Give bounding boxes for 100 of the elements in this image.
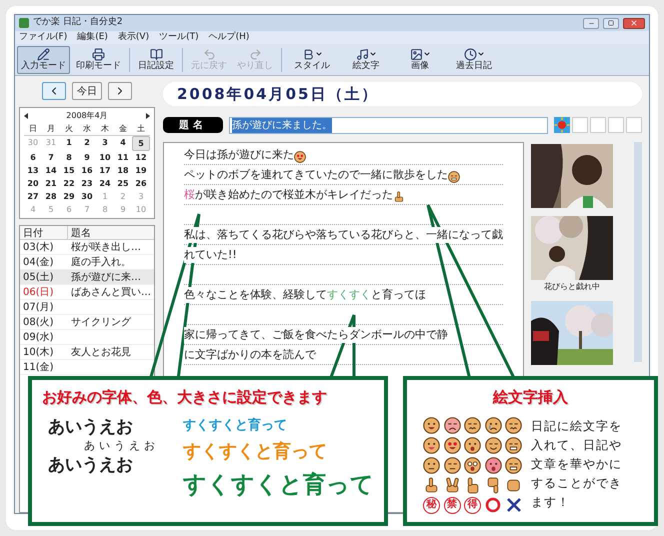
calendar-day[interactable]: 8: [60, 151, 78, 164]
next-button[interactable]: [108, 82, 132, 100]
calendar-day[interactable]: 25: [114, 177, 132, 190]
undo-icon: [202, 48, 216, 60]
calendar-day[interactable]: 22: [60, 177, 78, 190]
face-icon: [444, 456, 461, 474]
face-icon: [448, 171, 460, 183]
weather-slot[interactable]: [626, 117, 642, 133]
date-cell-text: 05(土): [22, 270, 55, 284]
sun-icon[interactable]: [554, 117, 570, 133]
cross-icon: [506, 497, 522, 513]
calendar-day[interactable]: 26: [132, 177, 150, 190]
font-sample: あいうえお: [48, 454, 134, 476]
calendar-day[interactable]: 9: [78, 151, 96, 164]
music-note-icon: [356, 48, 368, 60]
calendar-day[interactable]: 2: [78, 136, 96, 151]
list-row[interactable]: 08(火) サイクリング: [20, 315, 154, 330]
face-icon: [464, 456, 482, 474]
calendar-day[interactable]: 4: [114, 136, 132, 151]
list-row[interactable]: 11(金): [20, 360, 154, 375]
today-button[interactable]: 今日: [72, 82, 102, 100]
weekday-label: 日: [28, 123, 38, 135]
title-cell-text: 庭の手入れ。: [70, 256, 132, 270]
calendar-day[interactable]: 15: [60, 164, 78, 177]
calendar-day[interactable]: 13: [24, 164, 42, 177]
date-cell-text: 09(水): [22, 330, 55, 344]
book-icon: [150, 48, 162, 60]
calendar-day[interactable]: 10: [96, 151, 114, 164]
toolbar-button[interactable]: 絵文字: [340, 46, 392, 74]
menu-item[interactable]: 編集(E): [77, 30, 108, 44]
scroll-bar[interactable]: [634, 142, 642, 362]
toolbar-button[interactable]: 過去日記: [448, 46, 500, 74]
column-header[interactable]: 日付: [20, 226, 68, 239]
toolbar-button[interactable]: 日記設定: [134, 46, 178, 74]
next-month-icon[interactable]: [146, 113, 150, 119]
face-icon: [484, 456, 502, 474]
toolbar-button[interactable]: スタイル: [286, 46, 338, 74]
color-sample: すくすくと育って: [183, 416, 288, 434]
calendar-day[interactable]: 14: [42, 164, 60, 177]
date-cell-text: 08(火): [22, 316, 55, 330]
calendar-day[interactable]: 16: [78, 164, 96, 177]
bold-icon: [302, 48, 314, 60]
calendar-day[interactable]: 5: [132, 136, 150, 151]
previous-button[interactable]: [42, 82, 66, 100]
face-icon: [505, 416, 522, 434]
calendar-day[interactable]: 20: [24, 177, 42, 190]
calendar-day[interactable]: 23: [78, 177, 96, 190]
maximize-button[interactable]: [603, 18, 619, 28]
toolbar-button[interactable]: 画像: [394, 46, 446, 74]
weather-slot[interactable]: [590, 117, 606, 133]
calendar-day[interactable]: 24: [96, 177, 114, 190]
font-sample: あいうえお: [48, 416, 134, 438]
list-row[interactable]: 07(月): [20, 300, 154, 315]
calendar-day[interactable]: 6: [24, 151, 42, 164]
hand-icon: [423, 476, 440, 494]
column-header[interactable]: 題名: [68, 226, 154, 239]
date-cell-text: 06(日): [22, 286, 55, 300]
title-cell-text: 友人とお花見: [70, 346, 132, 360]
weather-slot[interactable]: [608, 117, 624, 133]
calendar-day[interactable]: 3: [96, 136, 114, 151]
menu-item[interactable]: ヘルプ(H): [208, 30, 250, 44]
photo-caption: 花びらと戯れ中: [544, 281, 600, 293]
title-cell-text: 孫が遊びに来…: [70, 270, 142, 284]
weekday-label: 水: [82, 123, 92, 135]
date-cell-text: 04(金): [22, 256, 55, 270]
font-sample: あいうえお: [83, 438, 160, 452]
menu-item[interactable]: 表示(V): [118, 30, 150, 44]
calendar-day[interactable]: 30: [78, 190, 96, 203]
title-field[interactable]: 孫が遊びに来ました。: [229, 116, 548, 134]
menu-item[interactable]: ツール(T): [159, 30, 199, 44]
color-sample: すくすくと育って: [183, 470, 374, 500]
face-icon: [444, 436, 461, 454]
title-label: 題名: [163, 117, 223, 133]
list-row[interactable]: 09(水): [20, 330, 154, 345]
calendar-day[interactable]: 21: [42, 177, 60, 190]
list-row[interactable]: 05(土) 孫が遊びに来…: [20, 270, 154, 285]
calendar-day[interactable]: 7: [42, 151, 60, 164]
diary-date: 2008年04月05日（土）: [177, 84, 378, 105]
calendar-day[interactable]: 17: [96, 164, 114, 177]
list-row[interactable]: 03(木) 桜が咲き出し…: [20, 240, 154, 255]
color-sample: すくすくと育って: [183, 440, 328, 464]
toolbar-button[interactable]: 入力モード: [17, 46, 70, 74]
calendar-day[interactable]: 1: [60, 136, 78, 151]
calendar-day[interactable]: 11: [114, 151, 132, 164]
face-icon: [484, 436, 502, 454]
list-row[interactable]: 10(木) 友人とお花見: [20, 345, 154, 360]
close-button[interactable]: [623, 18, 645, 28]
list-row[interactable]: 06(日) ばあさんと買い…: [20, 285, 154, 300]
calendar-day[interactable]: 18: [114, 164, 132, 177]
weather-slot[interactable]: [572, 117, 588, 133]
menu-item[interactable]: ファイル(F): [19, 30, 68, 44]
previous-month-icon[interactable]: [24, 113, 28, 119]
calendar-day[interactable]: 12: [132, 151, 150, 164]
weekday-label: 土: [136, 123, 146, 135]
toolbar-button[interactable]: 印刷モード: [72, 46, 125, 74]
calendar-day[interactable]: 29: [60, 190, 78, 203]
calendar-day[interactable]: 28: [42, 190, 60, 203]
calendar-day[interactable]: 19: [132, 164, 150, 177]
calendar-day[interactable]: 27: [24, 190, 42, 203]
calendar-month: 2008年4月: [66, 110, 108, 122]
